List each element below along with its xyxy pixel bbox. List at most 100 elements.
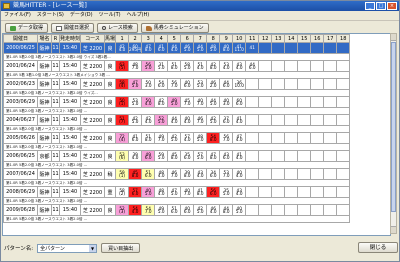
horse-cell[interactable] — [258, 150, 273, 162]
horse-cell[interactable]: 53 5.0 — [128, 96, 143, 108]
horse-cell[interactable] — [336, 114, 351, 126]
horse-cell[interactable] — [323, 42, 338, 54]
column-header[interactable]: 13 — [271, 34, 286, 43]
horse-cell[interactable]: 41 4.0 — [232, 114, 247, 126]
horse-cell[interactable]: 60 6.0 — [232, 96, 247, 108]
horse-cell[interactable]: 42 5.0 — [193, 204, 208, 216]
horse-cell[interactable] — [258, 168, 273, 180]
horse-cell[interactable] — [258, 132, 273, 144]
horse-cell[interactable] — [297, 150, 312, 162]
horse-cell[interactable]: 46 7.0 — [167, 168, 182, 180]
horse-cell[interactable] — [323, 168, 338, 180]
horse-cell[interactable] — [297, 132, 312, 144]
horse-cell[interactable]: 41 8.0 — [193, 186, 208, 198]
horse-cell[interactable] — [284, 96, 299, 108]
menu-start[interactable]: スタート(S) — [37, 11, 64, 20]
horse-cell[interactable]: 59 5.0 — [154, 150, 169, 162]
horse-cell[interactable] — [323, 150, 338, 162]
horse-cell[interactable]: 54 7.0 — [141, 204, 156, 216]
column-header[interactable]: 5 — [167, 34, 182, 43]
close-button[interactable]: 閉じる — [358, 242, 398, 253]
horse-cell[interactable]: 41 — [245, 42, 260, 54]
horse-cell[interactable]: 34 6.0 — [206, 168, 221, 180]
horse-cell[interactable] — [323, 186, 338, 198]
scroll-up-arrow[interactable] — [391, 34, 396, 41]
chevron-down-icon[interactable]: ▼ — [89, 244, 97, 252]
horse-cell[interactable]: 72 (4) — [115, 132, 130, 144]
column-header[interactable]: 7 — [193, 34, 208, 43]
horse-cell[interactable]: 43 4.0 — [193, 168, 208, 180]
horse-cell[interactable]: 44 5.0 — [206, 96, 221, 108]
horse-cell[interactable]: 44 8.0 — [219, 204, 234, 216]
horse-cell[interactable] — [271, 114, 286, 126]
horse-cell[interactable]: 53 4.0 — [219, 60, 234, 72]
horse-cell[interactable]: 53 (6) — [115, 150, 130, 162]
horse-cell[interactable] — [297, 96, 312, 108]
horse-cell[interactable] — [284, 204, 299, 216]
horse-cell[interactable]: 57 4.0 — [180, 132, 195, 144]
horse-cell[interactable]: 40 6.0 — [180, 78, 195, 90]
schedule-select-button[interactable]: 開催日選択 — [51, 23, 95, 33]
scroll-thumb[interactable] — [391, 42, 396, 212]
horse-cell[interactable]: 43 4.0 — [232, 186, 247, 198]
horse-cell[interactable]: 44 5.0 — [193, 42, 208, 54]
horse-cell[interactable] — [258, 114, 273, 126]
column-header[interactable]: 17 — [323, 34, 338, 43]
column-header[interactable]: 馬場 — [104, 34, 117, 43]
column-header[interactable]: 開催日 — [3, 34, 38, 43]
horse-cell[interactable]: 49 5.0 — [167, 96, 182, 108]
column-header[interactable]: 4 — [154, 34, 169, 43]
horse-cell[interactable] — [310, 132, 325, 144]
horse-cell[interactable] — [271, 42, 286, 54]
horse-cell[interactable]: 50 (1) — [115, 96, 130, 108]
horse-cell[interactable] — [336, 78, 351, 90]
horse-cell[interactable]: 47 8.0 — [206, 150, 221, 162]
column-header[interactable]: 14 — [284, 34, 299, 43]
column-header[interactable]: 11 — [245, 34, 260, 43]
horse-cell[interactable] — [336, 60, 351, 72]
horse-cell[interactable]: 47 5.0 — [167, 186, 182, 198]
horse-cell[interactable]: 50 4.0 — [141, 96, 156, 108]
horse-cell[interactable]: 45 8.0 — [128, 168, 143, 180]
horse-cell[interactable] — [245, 78, 260, 90]
horse-cell[interactable] — [310, 186, 325, 198]
simulation-button[interactable]: 馬券シミュレーション — [140, 23, 209, 33]
horse-cell[interactable] — [271, 150, 286, 162]
horse-cell[interactable]: 58 (2) — [115, 186, 130, 198]
maximize-button[interactable]: □ — [376, 2, 386, 10]
horse-cell[interactable] — [310, 78, 325, 90]
horse-cell[interactable]: 39 8.0 — [180, 168, 195, 180]
horse-cell[interactable]: 42 5.0 — [167, 132, 182, 144]
race-search-button[interactable]: レース検索 — [97, 23, 138, 33]
column-header[interactable]: 9 — [219, 34, 234, 43]
horse-cell[interactable]: 40 8.0 — [219, 42, 234, 54]
horse-cell[interactable] — [336, 204, 351, 216]
horse-cell[interactable]: 44 6.0 — [245, 60, 260, 72]
horse-cell[interactable]: 57 5.0 — [193, 150, 208, 162]
horse-cell[interactable]: 40 3.0 — [219, 96, 234, 108]
race-row[interactable]: 2001/06/24 阪神 11 15:40 芝 2200 良 63 (5) 48 7.0 56 5.… — [3, 60, 351, 72]
horse-cell[interactable]: 60 295円 — [128, 42, 143, 54]
horse-cell[interactable]: 56 7.0 — [167, 78, 182, 90]
horse-cell[interactable]: 51 8.0 — [167, 60, 182, 72]
column-header[interactable]: 12 — [258, 34, 273, 43]
horse-cell[interactable]: 44 6.0 — [219, 78, 234, 90]
horse-cell[interactable]: 53 5.0 — [193, 78, 208, 90]
horse-cell[interactable] — [284, 78, 299, 90]
horse-cell[interactable]: 44 4.0 — [167, 42, 182, 54]
horse-cell[interactable]: 45 7.0 — [180, 96, 195, 108]
horse-cell[interactable] — [310, 114, 325, 126]
vertical-scrollbar[interactable] — [390, 33, 397, 234]
horse-cell[interactable]: 52 (3) — [115, 204, 130, 216]
race-row[interactable]: 2006/06/25 京都 11 15:40 芝 2200 良 53 (6) 39 4.0 49 6.… — [3, 150, 351, 162]
horse-cell[interactable]: 54 4.0 — [128, 204, 143, 216]
horse-cell[interactable]: 40 7.0 — [193, 96, 208, 108]
horse-cell[interactable]: 48 5.0 — [206, 42, 221, 54]
column-header[interactable]: 18 — [336, 34, 351, 43]
menu-file[interactable]: ファイル(F) — [4, 11, 31, 20]
horse-cell[interactable] — [336, 132, 351, 144]
horse-cell[interactable]: 42 8.0 — [154, 96, 169, 108]
horse-cell[interactable] — [271, 132, 286, 144]
column-header[interactable]: 場名 — [37, 34, 52, 43]
column-header[interactable]: 10 — [232, 34, 247, 43]
